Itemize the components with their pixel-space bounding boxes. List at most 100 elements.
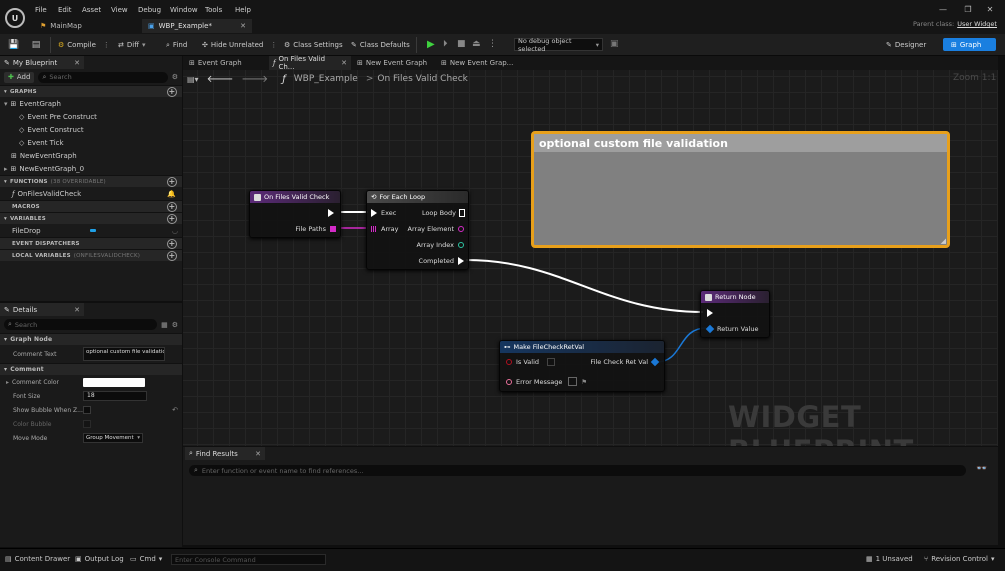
node-return[interactable]: Return Node Return Value: [700, 290, 770, 338]
graph-item-neweventgraph-0[interactable]: ▸ ⊞ NewEventGraph_0: [0, 162, 182, 175]
eye-icon[interactable]: ◡: [172, 227, 178, 235]
menu-file[interactable]: File: [35, 6, 47, 14]
settings-gear-icon[interactable]: ⚙: [172, 73, 178, 81]
close-tab-icon[interactable]: ✕: [240, 22, 246, 30]
struct-in-pin[interactable]: [705, 324, 715, 334]
menu-edit[interactable]: Edit: [58, 6, 72, 14]
node-make-filecheckretval[interactable]: ⊷ Make FileCheckRetVal Is Valid Error Me…: [499, 340, 665, 392]
my-blueprint-tab[interactable]: ✎ My Blueprint ✕: [0, 56, 84, 69]
doc-tab-mainmap[interactable]: ⚑ MainMap: [34, 19, 139, 33]
function-item[interactable]: ƒ OnFilesValidCheck 🔔: [0, 187, 182, 200]
find-references-input[interactable]: ⌕ Enter function or event name to find r…: [189, 465, 966, 476]
content-drawer-button[interactable]: ▤ Content Drawer: [5, 555, 70, 563]
details-tab[interactable]: ✎ Details ✕: [0, 303, 84, 316]
save-icon[interactable]: 💾: [8, 39, 20, 51]
macros-section-header[interactable]: MACROS +: [0, 200, 182, 212]
array-index-pin[interactable]: [458, 242, 464, 248]
add-dispatcher-icon[interactable]: +: [167, 238, 177, 249]
unreal-logo-icon[interactable]: U: [5, 8, 25, 28]
graph-item-eventgraph[interactable]: ▾ ⊞ EventGraph: [0, 97, 182, 110]
add-variable-icon[interactable]: +: [167, 213, 177, 224]
designer-button[interactable]: ✎ Designer: [886, 38, 926, 52]
eject-icon[interactable]: ⏏: [472, 39, 481, 49]
minimize-icon[interactable]: —: [936, 4, 950, 14]
struct-out-pin[interactable]: [650, 357, 660, 367]
doc-tab-wbp-example[interactable]: ▣ WBP_Example* ✕: [142, 19, 252, 33]
comment-box[interactable]: optional custom file validation ◢: [531, 131, 950, 248]
class-defaults-button[interactable]: ✎ Class Defaults: [351, 38, 410, 52]
diff-button[interactable]: ⇄ Diff ▾: [118, 38, 146, 52]
flag-icon[interactable]: ⚑: [581, 378, 587, 386]
tab-event-graph[interactable]: ⊞ Event Graph: [185, 56, 267, 70]
add-macro-icon[interactable]: +: [167, 201, 177, 212]
restore-icon[interactable]: ❐: [961, 4, 975, 14]
event-item[interactable]: ◇ Event Pre Construct: [0, 110, 182, 123]
variables-section-header[interactable]: ▾ VARIABLES +: [0, 212, 182, 224]
grid-view-icon[interactable]: ▦: [161, 321, 168, 329]
text-pin[interactable]: [506, 378, 512, 385]
close-window-icon[interactable]: ✕: [983, 4, 997, 14]
parent-class-link[interactable]: User Widget: [957, 20, 997, 28]
debug-object-select[interactable]: No debug object selected ▾: [514, 37, 603, 53]
node-for-each-loop[interactable]: ⟲ For Each Loop Exec Array Loop Body Arr…: [366, 190, 469, 270]
event-item[interactable]: ◇ Event Tick: [0, 136, 182, 149]
settings-gear-icon[interactable]: ⚙: [172, 321, 178, 329]
hide-unrelated-button[interactable]: ✣ Hide Unrelated ⋮: [202, 38, 277, 52]
graph-canvas[interactable]: ▤▾ 🡐 🡒 ƒ WBP_Example > On Files Valid Ch…: [183, 70, 998, 446]
exec-out-pin[interactable]: [328, 209, 334, 217]
tab-new-event-graph-0[interactable]: ⊞ New Event Grap...: [437, 56, 519, 70]
loop-body-pin[interactable]: [459, 209, 465, 217]
details-search-input[interactable]: ⌕ Search: [4, 319, 158, 330]
output-log-button[interactable]: ▣ Output Log: [75, 555, 124, 563]
add-local-variable-icon[interactable]: +: [167, 250, 177, 261]
local-variables-section-header[interactable]: LOCAL VARIABLES (ONFILESVALIDCHECK) +: [0, 249, 182, 261]
menu-help[interactable]: Help: [235, 6, 251, 14]
is-valid-checkbox[interactable]: [547, 358, 556, 366]
menu-tools[interactable]: Tools: [205, 6, 222, 14]
more-options-icon[interactable]: ⋮: [270, 41, 277, 49]
close-tab-icon[interactable]: ✕: [341, 59, 347, 67]
revision-control-button[interactable]: ⑂ Revision Control ▾: [924, 555, 995, 563]
add-button[interactable]: ✚ Add: [4, 71, 35, 83]
unsaved-indicator[interactable]: ▦ 1 Unsaved: [866, 555, 913, 563]
functions-section-header[interactable]: ▾ FUNCTIONS (38 OVERRIDABLE) +: [0, 175, 182, 187]
compile-button[interactable]: ⚙ Compile ⋮: [58, 38, 110, 52]
graph-item-neweventgraph[interactable]: ⊞ NewEventGraph: [0, 149, 182, 162]
font-size-input[interactable]: 18: [83, 391, 147, 401]
event-item[interactable]: ◇ Event Construct: [0, 123, 182, 136]
error-message-input[interactable]: [568, 377, 578, 386]
move-mode-select[interactable]: Group Movement ▾: [83, 433, 143, 443]
array-element-pin[interactable]: [458, 226, 464, 232]
exec-in-pin[interactable]: [707, 309, 713, 317]
cmd-dropdown[interactable]: ▭ Cmd ▾: [130, 555, 162, 563]
menu-asset[interactable]: Asset: [82, 6, 101, 14]
blueprint-search-input[interactable]: ⌕ Search: [38, 71, 168, 83]
close-tab-icon[interactable]: ✕: [255, 450, 261, 458]
tab-on-files-valid-check[interactable]: ƒ On Files Valid Ch... ✕: [269, 55, 351, 71]
show-bubble-checkbox[interactable]: [83, 406, 91, 414]
binoculars-icon[interactable]: 👓: [976, 464, 987, 474]
array-in-pin[interactable]: [371, 226, 377, 232]
find-results-tab[interactable]: ⌕ Find Results ✕: [185, 447, 265, 460]
reset-arrow-icon[interactable]: ↶: [172, 406, 178, 414]
more-options-icon[interactable]: ⋮: [488, 39, 497, 49]
class-settings-button[interactable]: ⚙ Class Settings: [284, 38, 343, 52]
tab-new-event-graph[interactable]: ⊞ New Event Graph: [353, 56, 435, 70]
resize-handle-icon[interactable]: ◢: [941, 237, 946, 245]
step-icon[interactable]: ⏵: [443, 39, 448, 49]
stop-icon[interactable]: ■: [457, 39, 466, 49]
bool-pin[interactable]: [506, 359, 512, 365]
play-icon[interactable]: ▶: [427, 39, 435, 50]
browse-debug-icon[interactable]: ▣: [610, 39, 619, 49]
array-pin[interactable]: [330, 226, 336, 232]
add-graph-icon[interactable]: +: [167, 86, 177, 97]
browse-icon[interactable]: ▤: [30, 39, 42, 51]
variable-item[interactable]: FileDrop ◡: [0, 224, 182, 237]
node-on-files-valid-check[interactable]: On Files Valid Check File Paths: [249, 190, 341, 238]
menu-debug[interactable]: Debug: [138, 6, 161, 14]
comment-text-field[interactable]: optional custom file validation: [83, 347, 165, 361]
graph-button[interactable]: ⊞ Graph: [943, 38, 996, 51]
menu-view[interactable]: View: [111, 6, 128, 14]
graphs-section-header[interactable]: ▾ GRAPHS +: [0, 85, 182, 97]
add-function-icon[interactable]: +: [167, 176, 177, 187]
